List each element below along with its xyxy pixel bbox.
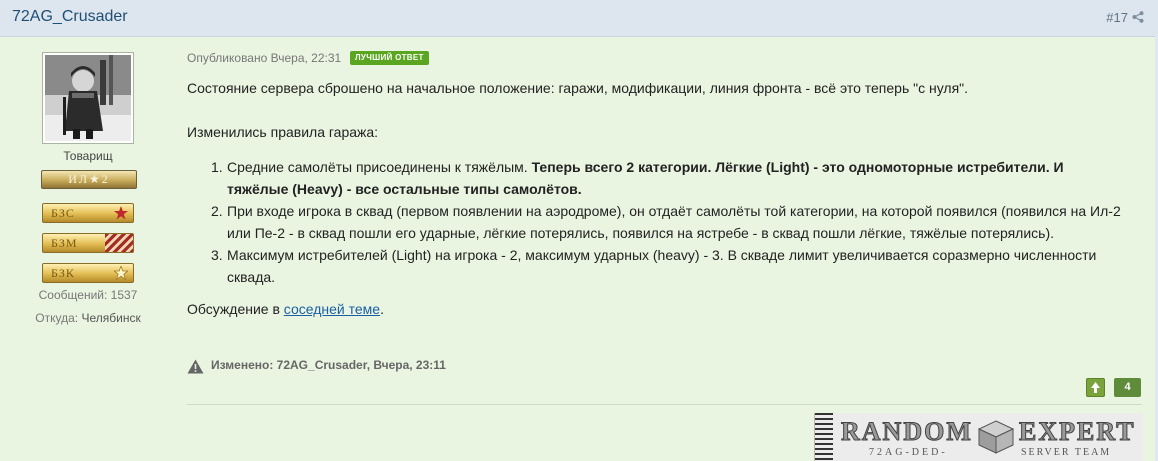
signature-word-expert: EXPERT bbox=[1019, 417, 1136, 447]
post-header: 72AG_Crusader #17 bbox=[0, 0, 1158, 37]
list-item: 3. Максимум истребителей (Light) на игро… bbox=[187, 244, 1147, 288]
stripes-icon bbox=[105, 234, 133, 252]
best-answer-badge: ЛУЧШИЙ ОТВЕТ bbox=[350, 51, 429, 65]
messages-count: Сообщений: 1537 bbox=[0, 288, 176, 302]
discussion-line: Обсуждение в соседней теме. bbox=[187, 298, 384, 320]
rules-list: 1. Средние самолёты присоединены к тяжёл… bbox=[187, 156, 1147, 288]
post-number-link[interactable]: #17 bbox=[1106, 10, 1128, 25]
location-value: Челябинск bbox=[81, 311, 141, 325]
award-label: БЗС bbox=[51, 206, 75, 220]
discussion-link[interactable]: соседней теме bbox=[284, 301, 380, 317]
avatar-photo bbox=[45, 55, 131, 141]
signature-subtitle-left: 72AG-DED- bbox=[869, 447, 948, 458]
list-number: 1. bbox=[211, 159, 223, 175]
rank-bar: ИЛ★2 bbox=[41, 170, 137, 189]
award-label: БЗМ bbox=[51, 236, 78, 250]
list-number: 2. bbox=[211, 203, 223, 219]
post-intro: Состояние сервера сброшено на начальное … bbox=[187, 80, 969, 96]
red-star-icon bbox=[114, 206, 128, 220]
gold-star-icon bbox=[114, 266, 128, 280]
signature-word-random: RANDOM bbox=[841, 417, 973, 447]
discussion-suffix: . bbox=[380, 301, 384, 317]
signature-banner: RANDOM EXPERT 72AG-DED- SERVER TEAM bbox=[814, 413, 1143, 461]
rule-text: Максимум истребителей (Light) на игрока … bbox=[227, 247, 1097, 263]
edited-note: Изменено: 72AG_Crusader, Вчера, 23:11 bbox=[187, 358, 446, 372]
upvote-button[interactable] bbox=[1086, 378, 1105, 397]
rule-text: Средние самолёты присоединены к тяжёлым. bbox=[227, 159, 532, 175]
edited-text: Изменено: 72AG_Crusader, Вчера, 23:11 bbox=[211, 358, 446, 372]
rank-title: Товарищ bbox=[63, 149, 113, 163]
discussion-prefix: Обсуждение в bbox=[187, 301, 284, 317]
award-label: БЗК bbox=[51, 266, 75, 280]
arrow-up-icon bbox=[1091, 382, 1100, 393]
messages-label: Сообщений: bbox=[38, 288, 108, 302]
rule-text: сквада. bbox=[227, 269, 276, 285]
award-bzs: БЗС bbox=[42, 203, 134, 223]
award-bzm: БЗМ bbox=[42, 233, 134, 253]
list-number: 3. bbox=[211, 247, 223, 263]
avatar[interactable] bbox=[42, 52, 134, 144]
signature-divider bbox=[187, 404, 1142, 405]
post-published-date: Опубликовано Вчера, 22:31 bbox=[187, 51, 342, 65]
rule-bold-text: Теперь всего 2 категории. Лёгкие (Light)… bbox=[531, 159, 1064, 175]
list-item: 2. При входе игрока в сквад (первом появ… bbox=[187, 200, 1147, 244]
list-item: 1. Средние самолёты присоединены к тяжёл… bbox=[187, 156, 1147, 200]
share-icon[interactable] bbox=[1132, 11, 1144, 23]
location: Откуда: Челябинск bbox=[0, 311, 176, 325]
location-label: Откуда: bbox=[35, 311, 79, 325]
reputation-count: 4 bbox=[1114, 378, 1141, 397]
rule-text: При входе игрока в сквад (первом появлен… bbox=[227, 203, 1121, 219]
cube-icon bbox=[977, 420, 1015, 454]
rule-bold-text: тяжёлые (Heavy) - все остальные типы сам… bbox=[227, 181, 582, 197]
award-bzk: БЗК bbox=[42, 263, 134, 283]
signature-subtitle-right: SERVER TEAM bbox=[1021, 447, 1112, 458]
rule-text: или Пе-2 - в сквад пошли его ударные, лё… bbox=[227, 225, 1055, 241]
author-name-link[interactable]: 72AG_Crusader bbox=[12, 8, 128, 26]
notebook-spiral bbox=[815, 413, 833, 461]
rules-heading: Изменились правила гаража: bbox=[187, 124, 379, 140]
messages-value: 1537 bbox=[110, 288, 138, 302]
